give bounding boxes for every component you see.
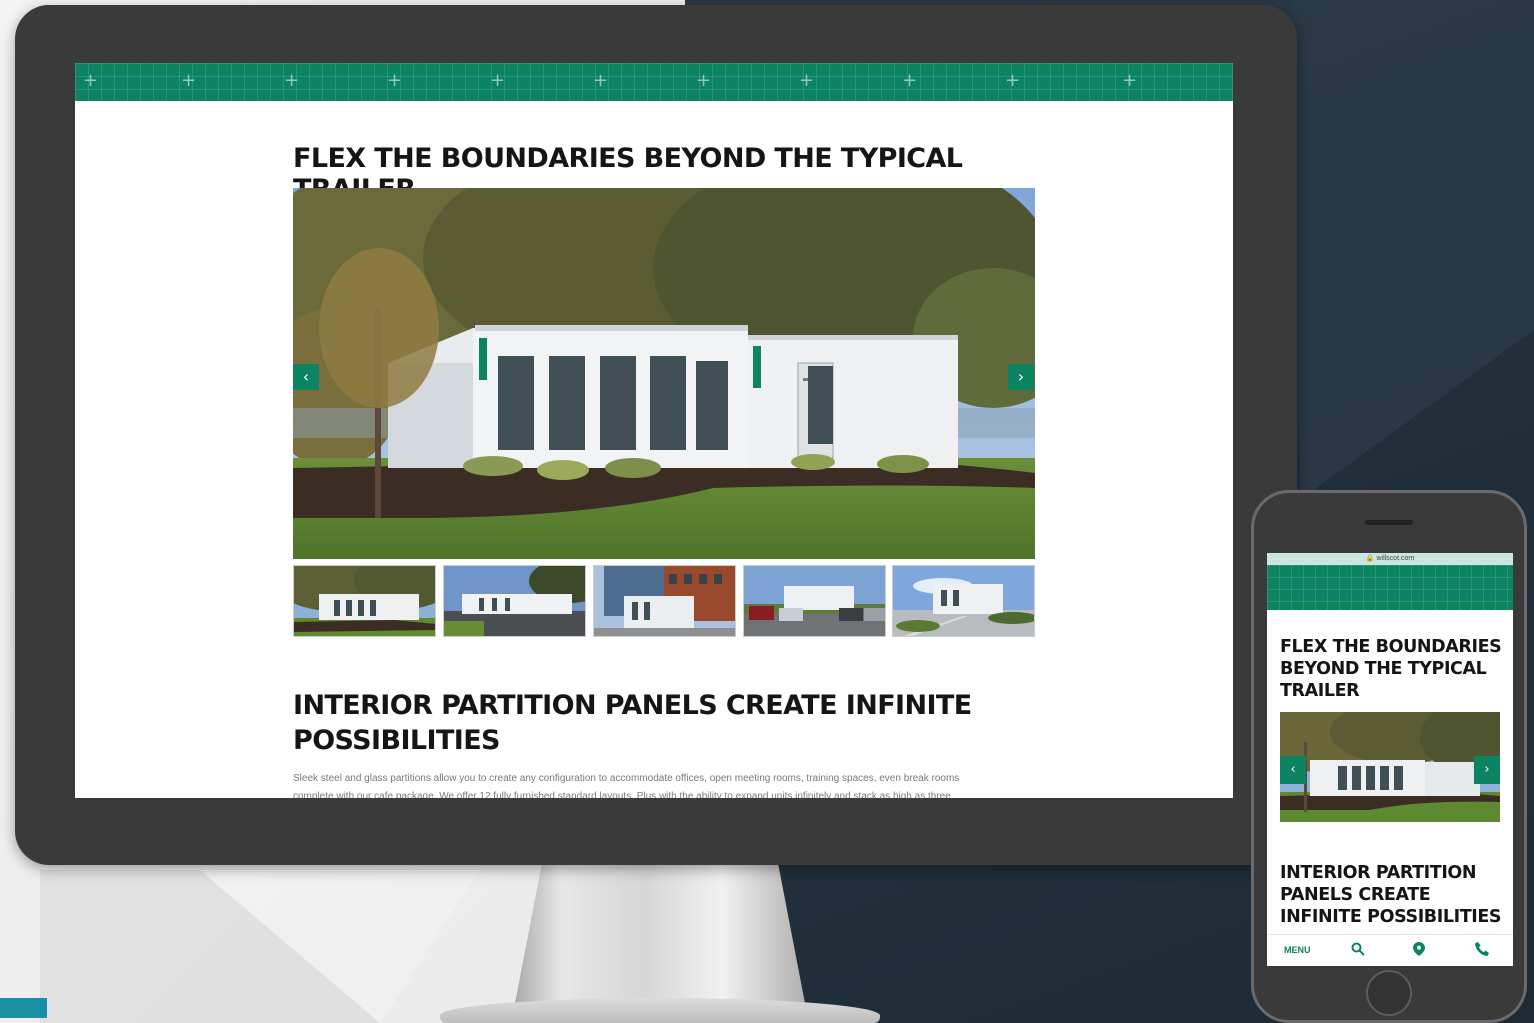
gallery-thumbnail[interactable] <box>293 565 436 637</box>
phone-speaker <box>1365 520 1413 525</box>
gallery-thumbnail[interactable] <box>443 565 586 637</box>
header-band: + + + + + + + + + + + <box>75 63 1233 101</box>
decor-plus: + <box>799 70 815 91</box>
decor-plus: + <box>387 70 403 91</box>
mobile-header-band <box>1267 565 1513 610</box>
accent-strip <box>0 998 47 1018</box>
decor-plus: + <box>1122 70 1138 91</box>
mobile-building-photo <box>1280 712 1500 822</box>
mobile-menu-button[interactable]: MENU <box>1284 945 1311 955</box>
phone-icon[interactable] <box>1475 942 1489 958</box>
mobile-gallery-next-button[interactable]: › <box>1474 756 1500 784</box>
mobile-section-heading: INTERIOR PARTITION PANELS CREATE INFINIT… <box>1280 863 1502 927</box>
phone-home-button <box>1366 970 1412 1016</box>
decor-plus: + <box>593 70 609 91</box>
decor-plus: + <box>1005 70 1021 91</box>
mobile-bottom-nav: MENU <box>1267 934 1513 966</box>
gallery-thumbnails <box>293 565 1035 637</box>
mobile-screen: 🔒 willscot.com FLEX THE BOUNDARIES BEYON… <box>1267 553 1513 966</box>
section-body-text: Sleek steel and glass partitions allow y… <box>293 770 1035 798</box>
gallery-thumbnail[interactable] <box>593 565 736 637</box>
desktop-screen: + + + + + + + + + + + FLEX THE BOUNDARIE… <box>75 63 1233 798</box>
mobile-gallery-image[interactable]: ‹ › <box>1280 712 1500 822</box>
mobile-gallery-prev-button[interactable]: ‹ <box>1280 756 1306 784</box>
decor-plus: + <box>83 70 99 91</box>
decor-plus: + <box>902 70 918 91</box>
decor-plus: + <box>181 70 197 91</box>
gallery-thumbnail[interactable] <box>743 565 886 637</box>
body-text-line: complete with our cafe package. We offer… <box>293 791 951 798</box>
decor-plus: + <box>490 70 506 91</box>
mobile-page-heading: FLEX THE BOUNDARIES BEYOND THE TYPICAL T… <box>1280 637 1502 701</box>
decor-plus: + <box>284 70 300 91</box>
body-text-line: Sleek steel and glass partitions allow y… <box>293 773 960 784</box>
gallery-prev-button[interactable]: ‹ <box>293 364 319 390</box>
decor-plus: + <box>696 70 712 91</box>
monitor-stand <box>514 862 806 1007</box>
building-photo <box>293 188 1035 559</box>
mobile-url-bar[interactable]: 🔒 willscot.com <box>1267 553 1513 565</box>
gallery-main-image[interactable]: ‹ › <box>293 188 1035 559</box>
location-pin-icon[interactable] <box>1413 942 1425 958</box>
gallery-thumbnail[interactable] <box>892 565 1035 637</box>
gallery-next-button[interactable]: › <box>1008 364 1034 390</box>
section-heading: INTERIOR PARTITION PANELS CREATE INFINIT… <box>293 690 972 756</box>
search-icon[interactable] <box>1351 942 1365 958</box>
